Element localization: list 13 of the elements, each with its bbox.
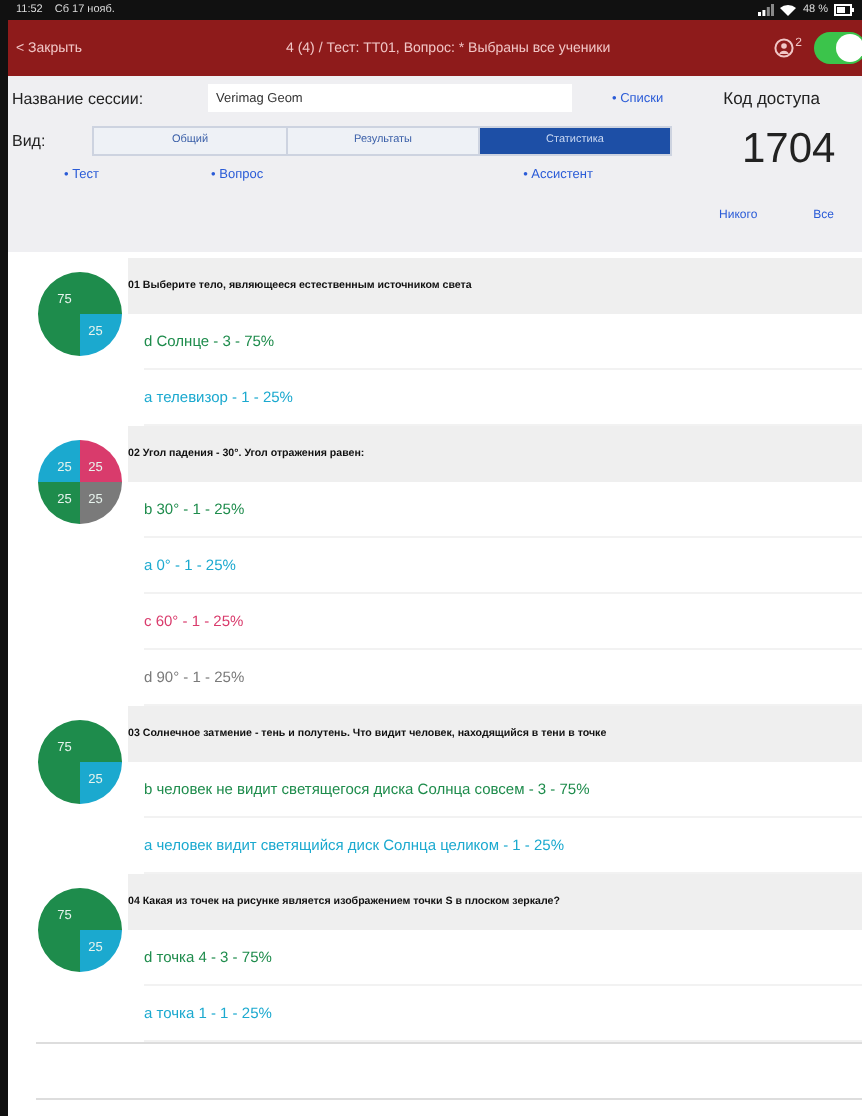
pie-slice [80,482,122,524]
toggle-switch[interactable] [814,32,862,64]
wifi-icon [780,4,797,16]
pie-slice [80,440,122,482]
pie-slice [38,482,80,524]
person-icon[interactable] [773,38,794,58]
view-label: Вид: [12,131,48,149]
battery-icon [834,4,854,16]
access-code: 1704 [742,126,836,174]
signal-icon [758,4,775,16]
session-label: Название сессии: [12,89,146,107]
access-code-label: Код доступа [723,88,820,108]
pie-slice [38,440,80,482]
